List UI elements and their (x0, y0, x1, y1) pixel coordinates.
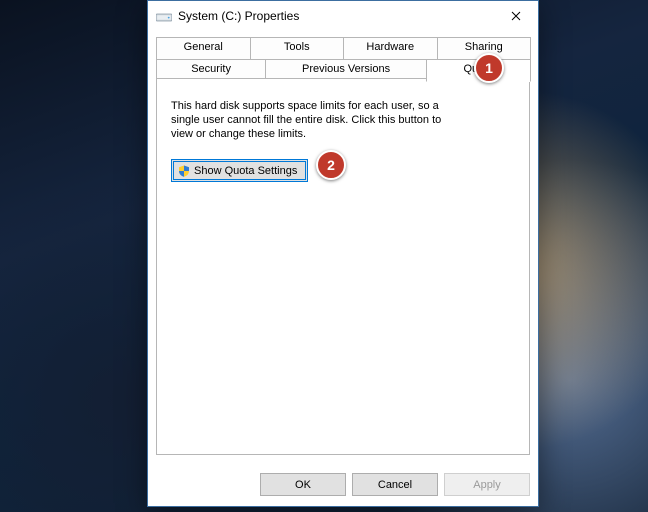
tab-tools[interactable]: Tools (250, 37, 345, 59)
tab-general[interactable]: General (156, 37, 251, 59)
dialog-button-row: OK Cancel Apply (148, 463, 538, 506)
cancel-button-label: Cancel (378, 479, 412, 491)
quota-description: This hard disk supports space limits for… (171, 99, 461, 141)
tab-security-label: Security (191, 63, 231, 75)
ok-button[interactable]: OK (260, 473, 346, 496)
tab-hardware[interactable]: Hardware (343, 37, 438, 59)
tab-strip: General Tools Hardware Sharing Security … (156, 37, 530, 81)
apply-button-label: Apply (473, 479, 501, 491)
tab-general-label: General (184, 41, 223, 53)
tab-tools-label: Tools (284, 41, 310, 53)
cancel-button[interactable]: Cancel (352, 473, 438, 496)
tab-hardware-label: Hardware (366, 41, 414, 53)
annotation-2-label: 2 (327, 157, 335, 173)
ok-button-label: OK (295, 479, 311, 491)
close-button[interactable] (493, 1, 538, 31)
tab-area: General Tools Hardware Sharing Security … (156, 37, 530, 455)
show-quota-settings-button[interactable]: Show Quota Settings (171, 159, 308, 182)
dialog-body: General Tools Hardware Sharing Security … (148, 31, 538, 463)
tab-row-1: General Tools Hardware Sharing (156, 37, 530, 59)
annotation-1-label: 1 (485, 60, 493, 76)
annotation-1: 1 (474, 53, 504, 83)
titlebar[interactable]: System (C:) Properties (148, 1, 538, 31)
tab-sharing-label: Sharing (465, 41, 503, 53)
apply-button[interactable]: Apply (444, 473, 530, 496)
desktop-background: System (C:) Properties General Tools Har… (0, 0, 648, 512)
show-quota-settings-label: Show Quota Settings (194, 165, 297, 177)
tab-previous-versions-label: Previous Versions (302, 63, 390, 75)
drive-icon (156, 10, 172, 22)
quota-panel: This hard disk supports space limits for… (156, 78, 530, 455)
window-title: System (C:) Properties (178, 9, 493, 23)
shield-icon (178, 165, 190, 177)
annotation-2: 2 (316, 150, 346, 180)
